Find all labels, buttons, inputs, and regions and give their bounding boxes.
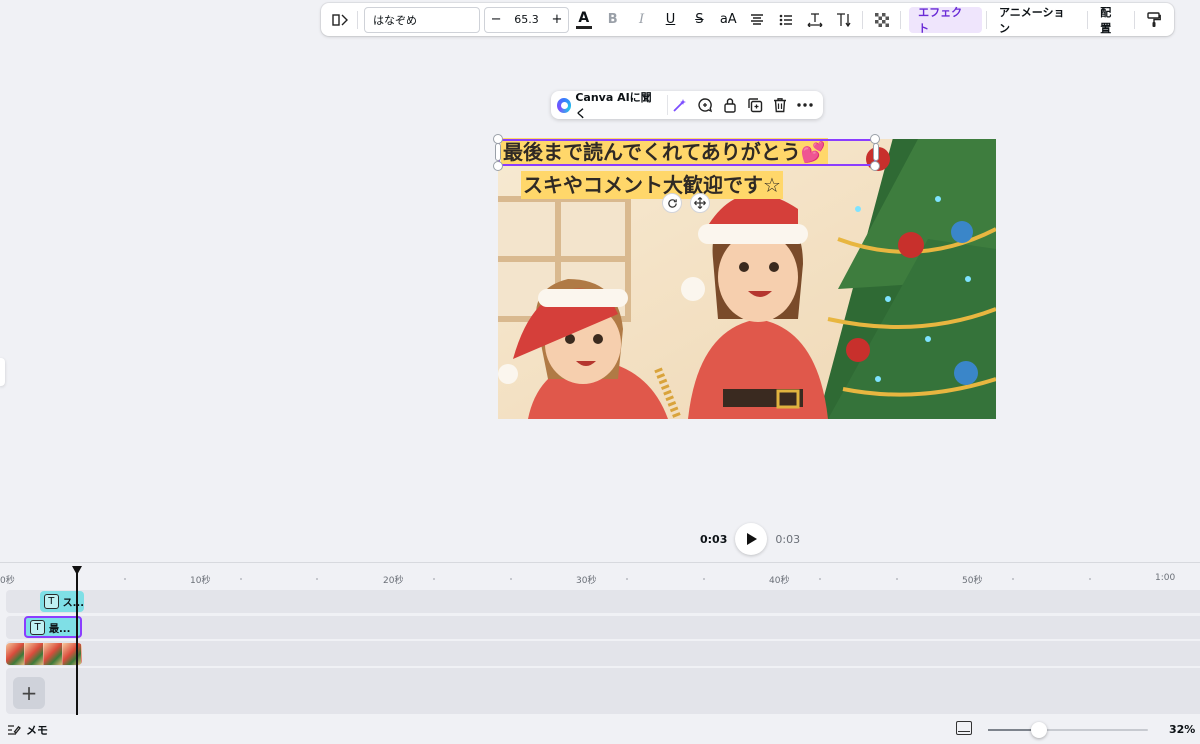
timeline-track-empty <box>6 668 1200 714</box>
playhead-handle[interactable] <box>72 566 82 575</box>
transparency-icon[interactable] <box>867 7 896 33</box>
memo-label: メモ <box>26 724 48 737</box>
thumbnail-frame <box>63 643 82 665</box>
side-panel-toggle[interactable] <box>0 358 5 386</box>
toolbar-divider <box>900 10 902 29</box>
zoom-slider[interactable] <box>988 729 1148 731</box>
timeline-panel: 0秒 10秒 20秒 30秒 40秒 50秒 1:00 T ス... T 最..… <box>0 562 1200 716</box>
plus-icon: + <box>20 681 38 705</box>
duplicate-icon[interactable] <box>742 94 767 116</box>
add-page-button[interactable]: + <box>13 677 45 709</box>
ruler-label: 0秒 <box>0 576 15 586</box>
list-icon[interactable] <box>772 7 801 33</box>
memo-icon <box>8 725 21 735</box>
caption-line-2-text: スキやコメント大歓迎です☆ <box>521 171 783 199</box>
ruler-label: 30秒 <box>576 576 597 586</box>
caption-line-2[interactable]: スキやコメント大歓迎です☆ <box>521 171 783 199</box>
paint-format-icon[interactable] <box>1139 7 1168 33</box>
toolbar-divider <box>357 10 358 29</box>
position-button[interactable]: 配置 <box>1092 6 1130 35</box>
timeline-track-video[interactable] <box>6 641 1200 666</box>
video-clip-thumbnails[interactable] <box>6 643 82 665</box>
font-size-decrease-button[interactable]: − <box>491 12 502 27</box>
text-clip-label: 最... <box>49 623 71 635</box>
flip-icon[interactable] <box>327 7 353 33</box>
underline-icon[interactable]: U <box>656 7 685 33</box>
ruler-label: 1:00 <box>1155 573 1176 583</box>
effects-button[interactable]: エフェクト <box>909 6 982 35</box>
ruler-tick <box>819 578 821 580</box>
case-label: aA <box>719 12 737 27</box>
canva-ai-icon <box>557 97 572 113</box>
font-size-stepper[interactable]: − 65.3 + <box>483 6 570 33</box>
memo-button[interactable]: メモ <box>7 722 48 738</box>
letter-spacing-icon[interactable] <box>800 7 829 33</box>
zoom-percent[interactable]: 32% <box>1169 723 1195 736</box>
case-icon[interactable]: aA <box>714 7 743 33</box>
toolbar-divider <box>985 10 987 29</box>
toolbar-divider <box>862 10 864 29</box>
current-time: 0:03 <box>700 532 728 546</box>
timeline-ruler[interactable]: 0秒 10秒 20秒 30秒 40秒 50秒 1:00 <box>0 563 1200 587</box>
font-size-value[interactable]: 65.3 <box>514 13 539 26</box>
text-color-icon[interactable]: A <box>569 7 598 33</box>
comment-icon[interactable] <box>693 94 718 116</box>
ruler-tick <box>433 578 435 580</box>
lock-icon[interactable] <box>718 94 743 116</box>
delete-icon[interactable] <box>767 94 792 116</box>
font-family-select[interactable]: はなぞめ <box>364 6 480 33</box>
ruler-label: 20秒 <box>383 576 404 586</box>
play-button[interactable] <box>735 523 768 555</box>
strikethrough-icon[interactable]: S <box>685 7 714 33</box>
thumbnail-frame <box>44 643 63 665</box>
thumbnail-frame <box>25 643 44 665</box>
toolbar-divider <box>1087 10 1089 29</box>
ruler-tick <box>626 578 628 580</box>
rotate-icon[interactable] <box>662 193 682 213</box>
text-clip-label: ス... <box>62 598 84 609</box>
resize-handle-bottom-right[interactable] <box>870 161 880 171</box>
move-icon[interactable] <box>690 193 710 213</box>
toolbar-divider <box>1134 10 1136 29</box>
animation-button[interactable]: アニメーション <box>991 6 1083 35</box>
bold-icon[interactable]: B <box>598 7 627 33</box>
ruler-tick <box>240 578 242 580</box>
text-toolbar: はなぞめ − 65.3 + A B I U S aA エフェクト アニメーション… <box>321 3 1174 36</box>
align-icon[interactable] <box>743 7 772 33</box>
more-icon[interactable] <box>792 94 817 116</box>
ruler-tick <box>896 578 898 580</box>
ruler-tick <box>703 578 705 580</box>
resize-handle-bottom-left[interactable] <box>493 161 503 171</box>
selection-box <box>498 139 876 166</box>
playback-controls: 0:03 0:03 <box>700 523 800 555</box>
italic-icon[interactable]: I <box>627 7 656 33</box>
ruler-tick <box>1089 578 1091 580</box>
resize-handle-right[interactable] <box>873 143 879 161</box>
ruler-label: 10秒 <box>190 576 211 586</box>
font-size-increase-button[interactable]: + <box>551 12 562 27</box>
ruler-label: 50秒 <box>962 576 983 586</box>
timeline-track-text-1[interactable] <box>6 590 1200 613</box>
playhead-line[interactable] <box>76 568 78 715</box>
text-clip-2-selected[interactable]: T 最... <box>24 616 82 638</box>
ruler-tick <box>510 578 512 580</box>
play-icon <box>747 533 758 545</box>
total-time: 0:03 <box>775 532 801 546</box>
text-direction-icon[interactable] <box>829 7 858 33</box>
canva-ai-label: Canva AIに聞く <box>575 91 652 120</box>
thumbnail-frame <box>6 643 25 665</box>
resize-handle-left[interactable] <box>495 143 501 161</box>
text-clip-icon: T <box>30 619 45 635</box>
ruler-tick <box>1012 578 1014 580</box>
canva-ai-button[interactable]: Canva AIに聞く <box>557 91 668 120</box>
page-view-icon[interactable] <box>956 721 972 735</box>
magic-edit-icon[interactable] <box>668 94 693 116</box>
ruler-tick <box>124 578 126 580</box>
timeline-track-text-2[interactable] <box>6 616 1200 639</box>
text-clip-icon: T <box>44 594 59 609</box>
font-name: はなぞめ <box>373 13 417 27</box>
ruler-tick <box>316 578 318 580</box>
ruler-label: 40秒 <box>769 576 790 586</box>
element-context-menu: Canva AIに聞く <box>551 91 823 120</box>
